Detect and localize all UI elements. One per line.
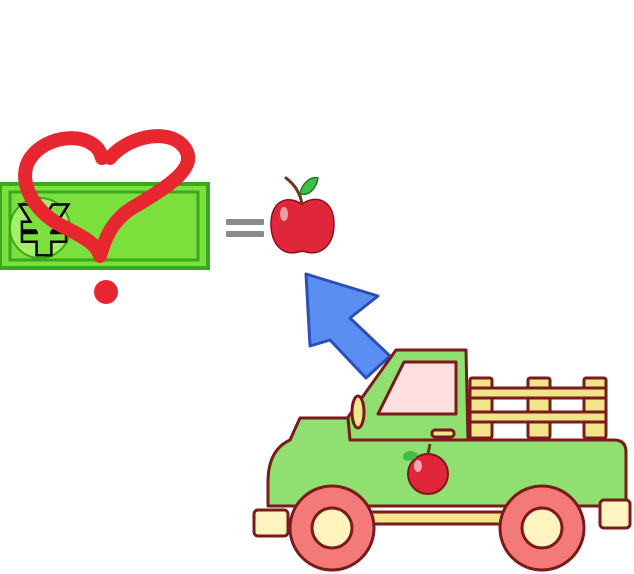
truck-front-bumper [252, 508, 290, 538]
apple-icon [270, 176, 335, 254]
truck-rear-bumper [598, 498, 632, 530]
truck-door-handle [430, 428, 456, 439]
truck-chassis [358, 510, 512, 526]
equals-icon [226, 219, 264, 237]
truck-rear-wheel [498, 484, 586, 572]
truck-front-wheel [288, 484, 376, 572]
scene-canvas: ¥ [0, 129, 632, 572]
pickup-truck-icon [252, 348, 632, 572]
arrow-up-left-icon [304, 272, 392, 380]
truck-fence [468, 376, 608, 440]
truck-mirror [350, 394, 366, 430]
